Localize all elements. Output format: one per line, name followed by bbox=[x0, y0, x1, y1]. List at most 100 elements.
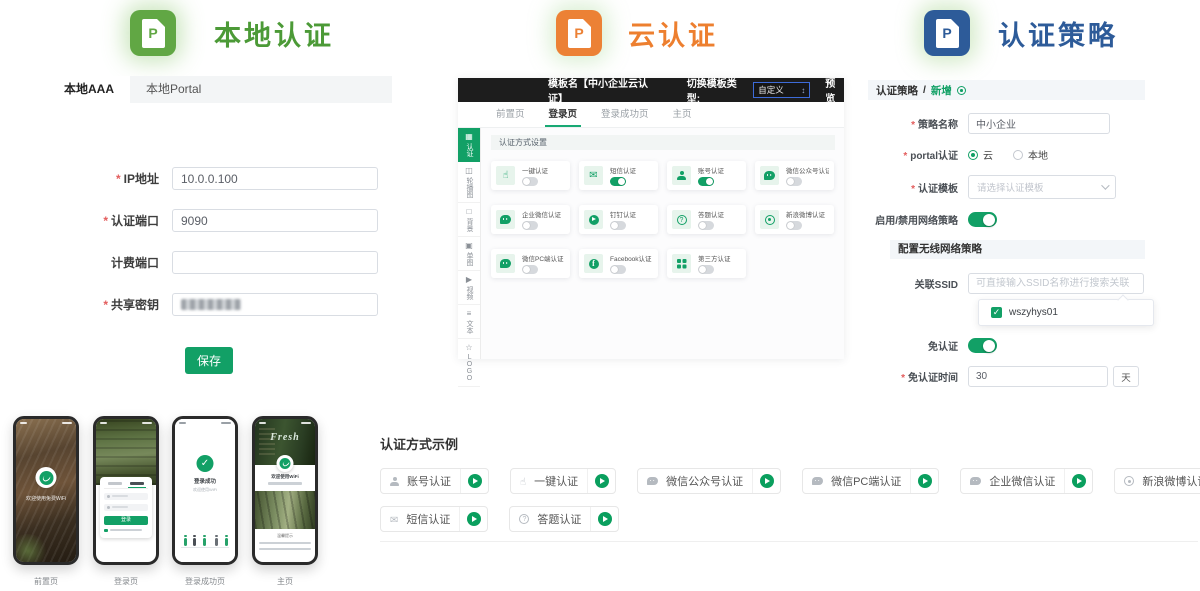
tab-pre-page[interactable]: 前置页 bbox=[496, 102, 525, 127]
auth-template-select[interactable]: 请选择认证模板 bbox=[968, 175, 1116, 199]
billing-port-input[interactable] bbox=[172, 251, 378, 274]
auth-method-label: 短信认证 bbox=[610, 165, 636, 175]
free-time-unit-select[interactable]: 天 bbox=[1113, 366, 1139, 387]
preview-button[interactable]: 预览 bbox=[825, 75, 844, 105]
fresh-brand-text: Fresh bbox=[255, 432, 315, 443]
success-title: 登录成功 bbox=[175, 477, 235, 485]
auth-method-toggle[interactable] bbox=[522, 265, 538, 274]
ip-input[interactable] bbox=[172, 167, 378, 190]
sidebar-item-carousel[interactable]: ◫轮播图 bbox=[458, 162, 480, 203]
play-icon bbox=[1072, 474, 1086, 488]
network-policy-toggle[interactable] bbox=[968, 212, 997, 227]
status-bar bbox=[179, 422, 231, 425]
login-tab[interactable] bbox=[108, 482, 122, 485]
sidebar-item-auth[interactable]: ▦认证 bbox=[458, 128, 480, 162]
auth-method-card: Facebook认证 bbox=[579, 249, 658, 278]
agreement-checkbox[interactable] bbox=[104, 529, 148, 533]
play-button[interactable] bbox=[910, 469, 938, 493]
breadcrumb-root[interactable]: 认证策略 bbox=[876, 83, 918, 98]
auth-method-toggle[interactable] bbox=[786, 221, 802, 230]
login-time-text bbox=[268, 482, 302, 485]
tab-home-page[interactable]: 主页 bbox=[673, 102, 692, 127]
ssid-search-input[interactable] bbox=[968, 273, 1144, 294]
play-button[interactable] bbox=[459, 507, 487, 531]
radio-local[interactable]: 本地 bbox=[1013, 147, 1048, 162]
auth-method-card: 微信公众号认证 bbox=[755, 161, 834, 190]
required-asterisk: * bbox=[901, 373, 905, 384]
template-type-select[interactable]: 自定义 ↕ bbox=[753, 82, 810, 98]
tab-login-page[interactable]: 登录页 bbox=[549, 102, 578, 127]
local-auth-form: *IP地址 *认证端口 计费端口 *共享密钥 保存 bbox=[48, 103, 392, 374]
sidebar-item-background[interactable]: □背景 bbox=[458, 203, 480, 237]
phone-caption: 登录成功页 bbox=[172, 576, 238, 587]
login-tab-active[interactable] bbox=[130, 482, 144, 485]
sidebar-item-image[interactable]: ▣单图 bbox=[458, 237, 480, 271]
status-bar bbox=[20, 422, 72, 425]
save-button[interactable]: 保存 bbox=[185, 347, 233, 374]
auth-method-toggle[interactable] bbox=[698, 221, 714, 230]
auth-method-toggle[interactable] bbox=[610, 221, 626, 230]
username-field[interactable] bbox=[104, 493, 148, 500]
free-auth-toggle[interactable] bbox=[968, 338, 997, 353]
policy-name-input[interactable] bbox=[968, 113, 1110, 134]
play-button[interactable] bbox=[590, 507, 618, 531]
ssid-option-label[interactable]: wszyhys01 bbox=[1009, 307, 1058, 318]
required-asterisk: * bbox=[103, 214, 108, 228]
ssid-dropdown: ✓ wszyhys01 bbox=[978, 299, 1154, 326]
auth-method-label: 账号认证 bbox=[698, 165, 724, 175]
ssid-label: 关联SSID bbox=[915, 280, 958, 291]
form-row-ip: *IP地址 bbox=[48, 167, 392, 190]
tab-local-aaa[interactable]: 本地AAA bbox=[48, 76, 130, 103]
login-tabs bbox=[104, 482, 148, 489]
form-row-free-time: *免认证时间 天 bbox=[868, 366, 1145, 387]
doc-letter: P bbox=[936, 19, 959, 48]
store-photo bbox=[96, 419, 156, 485]
auth-method-label: 钉钉认证 bbox=[610, 209, 636, 219]
play-icon bbox=[595, 474, 609, 488]
auth-method-toggle[interactable] bbox=[522, 221, 538, 230]
play-button[interactable] bbox=[1064, 469, 1092, 493]
auth-method-label: 一键认证 bbox=[522, 165, 548, 175]
editor-content: 认证方式设置 一键认证 短信认证 账号认证 微信公众号认证 企业微信认证 钉钉认… bbox=[481, 128, 844, 359]
auth-method-toggle[interactable] bbox=[698, 177, 714, 186]
auth-method-toggle[interactable] bbox=[786, 177, 802, 186]
sidebar-item-text[interactable]: ≡文本 bbox=[458, 305, 480, 339]
tab-local-portal[interactable]: 本地Portal bbox=[130, 76, 217, 103]
weibo-icon bbox=[1124, 476, 1134, 486]
radio-cloud[interactable]: 云 bbox=[968, 147, 993, 162]
shared-key-input[interactable] bbox=[172, 293, 378, 316]
auth-method-toggle[interactable] bbox=[610, 265, 626, 274]
checkbox-checked-icon[interactable]: ✓ bbox=[991, 307, 1002, 318]
free-time-input[interactable] bbox=[968, 366, 1108, 387]
auth-method-card: 第三方认证 bbox=[667, 249, 746, 278]
auth-method-toggle[interactable] bbox=[698, 265, 714, 274]
auth-method-toggle[interactable] bbox=[522, 177, 538, 186]
play-button[interactable] bbox=[752, 469, 780, 493]
free-time-label: 免认证时间 bbox=[908, 373, 958, 384]
play-icon bbox=[468, 474, 482, 488]
auth-port-input[interactable] bbox=[172, 209, 378, 232]
tips-title: 温馨提示 bbox=[255, 533, 315, 539]
sidebar-item-video[interactable]: ▶视频 bbox=[458, 271, 480, 305]
sidebar-item-logo[interactable]: ☆LOGO bbox=[458, 339, 480, 387]
required-asterisk: * bbox=[903, 151, 907, 162]
login-button[interactable]: 登录 bbox=[104, 516, 148, 525]
auth-method-card: 账号认证 bbox=[667, 161, 746, 190]
examples-row-2: 短信认证 答题认证 bbox=[380, 506, 1200, 532]
required-asterisk: * bbox=[103, 298, 108, 312]
phone-success-page: ✓ 登录成功 欢迎使用WiFi bbox=[172, 416, 238, 565]
play-button[interactable] bbox=[460, 469, 488, 493]
play-button[interactable] bbox=[587, 469, 615, 493]
tap-icon bbox=[520, 473, 526, 489]
tab-login-success-page[interactable]: 登录成功页 bbox=[601, 102, 649, 127]
auth-method-toggle[interactable] bbox=[610, 177, 626, 186]
play-icon bbox=[598, 512, 612, 526]
auth-template-label: 认证模板 bbox=[918, 184, 958, 195]
thirdparty-icon bbox=[677, 259, 686, 268]
cloud-auth-header: P 云认证 bbox=[556, 10, 718, 56]
login-card: 登录 bbox=[100, 477, 152, 538]
success-check-icon: ✓ bbox=[197, 455, 214, 472]
tap-icon bbox=[502, 171, 508, 181]
password-field[interactable] bbox=[104, 504, 148, 511]
play-icon bbox=[918, 474, 932, 488]
